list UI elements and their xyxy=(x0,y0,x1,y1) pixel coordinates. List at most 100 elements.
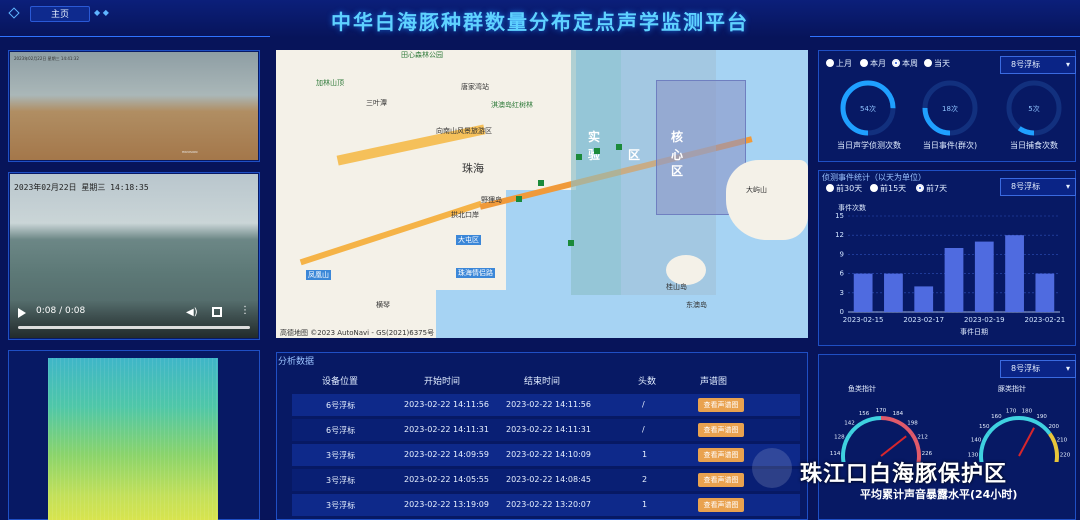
ring-value: 54次 xyxy=(860,105,876,113)
zone-letter: 实 xyxy=(588,130,601,144)
bar xyxy=(884,273,903,312)
map-place-label: 淇澳岛红树林 xyxy=(491,101,533,109)
cell-device: 6号浮标 xyxy=(326,426,356,435)
analysis-title: 分析数据 xyxy=(278,357,315,367)
map-copyright: 高德地图 ©2023 AutoNavi - GS(2021)6375号 xyxy=(280,329,435,337)
gauge-arc xyxy=(1018,416,1052,435)
play-icon[interactable] xyxy=(18,308,26,318)
cell-start: 2023-02-22 14:09:59 xyxy=(404,450,489,459)
y-tick-label: 0 xyxy=(840,308,844,316)
more-options-icon[interactable]: ⋮ xyxy=(240,305,250,316)
gauge-tick-label: 170 xyxy=(876,408,887,414)
video-timestamp: 2023年02月22日 星期三 14:18:35 xyxy=(14,183,149,192)
ring-value: 18次 xyxy=(942,105,958,113)
col-header-device: 设备位置 xyxy=(322,377,359,387)
map-place-label: 珠海情侣路 xyxy=(456,268,495,278)
camera-timestamp-top: 2023年02月22日 星期三 14:41:32 xyxy=(14,56,79,61)
home-tab[interactable]: 主页 xyxy=(30,6,90,22)
map-place-label: 桂山岛 xyxy=(666,283,687,291)
cell-end: 2023-02-22 13:20:07 xyxy=(506,500,591,509)
ring-label: 当日捕食次数 xyxy=(1010,141,1058,150)
buoy-select-gauge[interactable]: 8号浮标 ▾ xyxy=(1000,360,1076,378)
gauge-needle xyxy=(1018,427,1035,457)
gauge-tick-label: 180 xyxy=(1022,409,1033,415)
period-radio-today[interactable]: 当天 xyxy=(924,58,950,69)
col-header-count: 头数 xyxy=(638,377,657,387)
player-progress-bar[interactable] xyxy=(18,326,250,329)
view-spectrogram-button[interactable]: 查看声谱图 xyxy=(698,448,744,462)
buoy-marker-icon[interactable] xyxy=(594,148,600,154)
cell-device: 3号浮标 xyxy=(326,451,356,460)
trend-radio-30d[interactable]: 前30天 xyxy=(826,183,862,194)
player-time: 0:08 / 0:08 xyxy=(36,306,86,316)
map-place-label: 向南山风景旅游区 xyxy=(436,127,492,135)
trend-radio-15d[interactable]: 前15天 xyxy=(870,183,906,194)
period-radio-this-week[interactable]: 本周 xyxy=(892,58,918,69)
map-place-label: 唐家湾站 xyxy=(461,83,489,91)
view-spectrogram-button[interactable]: 查看声谱图 xyxy=(698,473,744,487)
x-tick-label: 2023-02-17 xyxy=(903,316,944,324)
buoy-marker-icon[interactable] xyxy=(616,144,622,150)
bar xyxy=(944,248,964,312)
page-title: 中华白海豚种群数量分布定点声学监测平台 xyxy=(331,10,749,34)
gauge-tick-label: 190 xyxy=(1036,414,1047,420)
buoy-marker-icon[interactable] xyxy=(538,180,544,186)
fullscreen-icon[interactable] xyxy=(212,307,222,317)
buoy-select-stats[interactable]: 8号浮标 ▾ xyxy=(1000,56,1076,74)
map-place-label: 大屯区 xyxy=(456,235,481,245)
period-radio-this-month[interactable]: 本月 xyxy=(860,58,886,69)
y-axis-label: 事件次数 xyxy=(838,203,866,212)
cell-end: 2023-02-22 14:11:31 xyxy=(506,425,591,434)
map-place-label: 三叶潭 xyxy=(366,99,387,107)
gauge-tick-label: 128 xyxy=(834,434,845,440)
map-place-label: 大屿山 xyxy=(746,186,767,194)
view-spectrogram-button[interactable]: 查看声谱图 xyxy=(698,398,744,412)
map-place-label: 凤凰山 xyxy=(306,270,331,280)
bar xyxy=(853,273,873,312)
gauge-title-fish: 鱼类指针 xyxy=(848,385,876,393)
gauge-tick-label: 160 xyxy=(991,414,1002,420)
bar xyxy=(914,286,934,312)
map-island xyxy=(666,255,706,285)
cell-start: 2023-02-22 14:05:55 xyxy=(404,475,489,484)
gauge-tick-label: 140 xyxy=(971,437,982,443)
y-tick-label: 12 xyxy=(835,231,844,239)
view-spectrogram-button[interactable]: 查看声谱图 xyxy=(698,498,744,512)
camera-feed-top[interactable] xyxy=(10,52,258,160)
volume-icon[interactable]: ◀) xyxy=(186,307,198,318)
gauge-tick-label: 210 xyxy=(1057,437,1068,443)
trend-radio-7d[interactable]: 前7天 xyxy=(916,183,947,194)
y-tick-label: 6 xyxy=(840,270,845,278)
map-place-label: 野狸岛 xyxy=(481,196,502,204)
cell-count: 1 xyxy=(642,450,648,459)
col-header-spectrogram: 声谱图 xyxy=(700,377,728,387)
gauge-title-dolphin: 豚类指针 xyxy=(998,385,1026,393)
cell-count: 1 xyxy=(642,500,648,509)
buoy-marker-icon[interactable] xyxy=(568,240,574,246)
gauge-tick-label: 156 xyxy=(859,411,870,417)
x-tick-label: 2023-02-21 xyxy=(1025,316,1066,324)
x-axis-label: 事件日期 xyxy=(960,327,988,336)
cell-count: / xyxy=(642,425,645,434)
trend-title: 侦测事件统计（以天为单位） xyxy=(822,173,926,182)
cell-start: 2023-02-22 14:11:56 xyxy=(404,400,489,409)
view-spectrogram-button[interactable]: 查看声谱图 xyxy=(698,423,744,437)
y-tick-label: 9 xyxy=(840,250,844,258)
fish-gauge: 100114128142156170184198212226240 xyxy=(830,408,933,462)
period-radio-last-month[interactable]: 上月 xyxy=(826,58,852,69)
header-line-right xyxy=(810,36,1080,37)
map-place-label: 拱北口岸 xyxy=(451,211,479,219)
cell-device: 3号浮标 xyxy=(326,501,356,510)
y-tick-label: 3 xyxy=(840,289,844,297)
chevron-down-icon: ▾ xyxy=(1065,182,1070,191)
cell-start: 2023-02-22 14:11:31 xyxy=(404,425,489,434)
ring-value: 5次 xyxy=(1028,105,1040,113)
map-view[interactable]: 田心森林公园 加林山顶 三叶潭 唐家湾站 淇澳岛红树林 向南山风景旅游区 野狸岛… xyxy=(276,50,808,338)
cell-count: / xyxy=(642,400,645,409)
buoy-marker-icon[interactable] xyxy=(516,196,522,202)
col-header-start: 开始时间 xyxy=(424,377,461,387)
x-tick-label: 2023-02-19 xyxy=(964,316,1005,324)
gauge-arc xyxy=(848,416,882,435)
buoy-marker-icon[interactable] xyxy=(576,154,582,160)
buoy-select-trend[interactable]: 8号浮标 ▾ xyxy=(1000,178,1076,196)
